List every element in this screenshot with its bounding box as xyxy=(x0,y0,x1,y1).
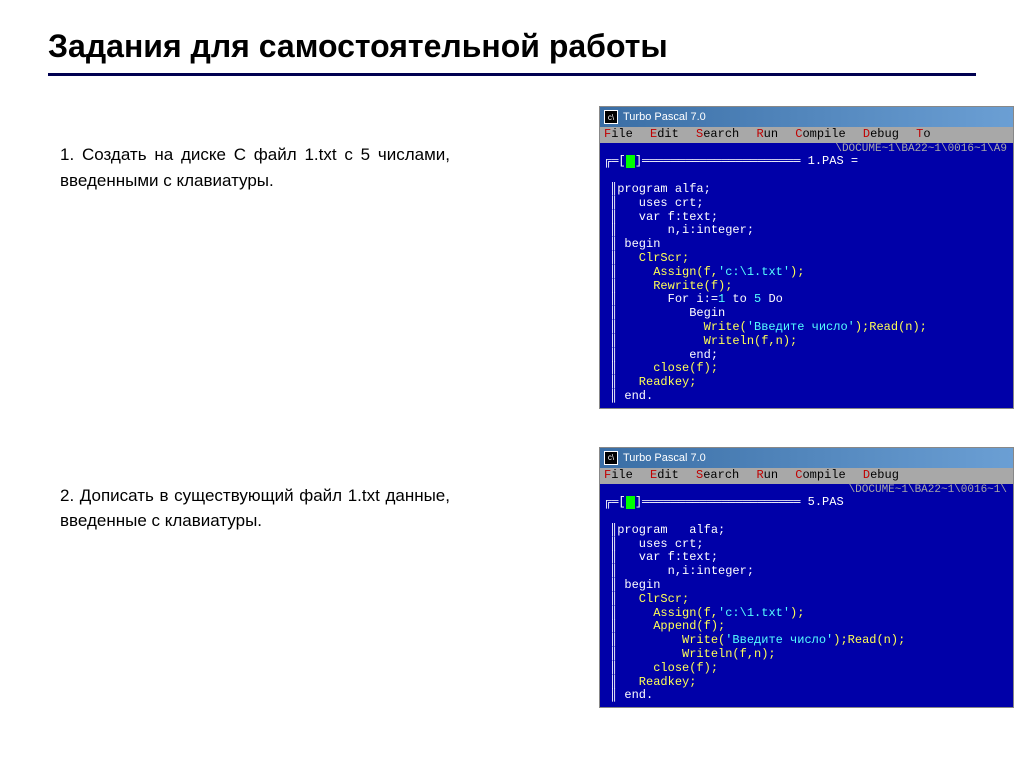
tp1-code: ║program alfa; ║ uses crt; ║ var f:text;… xyxy=(600,169,1013,406)
tp-app-icon: c\ xyxy=(604,451,618,465)
tp1-title-text: Turbo Pascal 7.0 xyxy=(623,111,706,123)
tp-app-icon: c\ xyxy=(604,110,618,124)
menu-run[interactable]: Run xyxy=(756,468,778,482)
menu-compile[interactable]: Compile xyxy=(795,127,845,141)
tp2-title-text: Turbo Pascal 7.0 xyxy=(623,452,706,464)
task2-text: 2. Дописать в существующий файл 1.txt да… xyxy=(0,447,450,534)
tp2-menubar[interactable]: File Edit Search Run Compile Debug xyxy=(600,468,1013,484)
task-row-2: 2. Дописать в существующий файл 1.txt да… xyxy=(0,447,1024,708)
menu-debug[interactable]: Debug xyxy=(863,468,899,482)
tp1-frame-top: ╔═[▓]══════════════════════ 1.PAS = xyxy=(600,155,1013,169)
tp2-titlebar: c\ Turbo Pascal 7.0 xyxy=(600,448,1013,468)
content-area: 1. Создать на диске С файл 1.txt с 5 чис… xyxy=(0,76,1024,746)
slide-title: Задания для самостоятельной работы xyxy=(0,0,1024,73)
menu-search[interactable]: Search xyxy=(696,127,739,141)
menu-edit[interactable]: Edit xyxy=(650,127,679,141)
menu-compile[interactable]: Compile xyxy=(795,468,845,482)
menu-file[interactable]: File xyxy=(604,468,633,482)
tp1-menubar[interactable]: File Edit Search Run Compile Debug To xyxy=(600,127,1013,143)
turbopascal-window-1: c\ Turbo Pascal 7.0 File Edit Search Run… xyxy=(599,106,1014,409)
menu-search[interactable]: Search xyxy=(696,468,739,482)
tp1-body: File Edit Search Run Compile Debug To \D… xyxy=(600,127,1013,408)
menu-file[interactable]: File xyxy=(604,127,633,141)
tp2-path: \DOCUME~1\BA22~1\0016~1\ xyxy=(600,484,1013,497)
turbopascal-window-2: c\ Turbo Pascal 7.0 File Edit Search Run… xyxy=(599,447,1014,708)
tp1-titlebar: c\ Turbo Pascal 7.0 xyxy=(600,107,1013,127)
menu-debug[interactable]: Debug xyxy=(863,127,899,141)
tp2-frame-top: ╔═[▓]══════════════════════ 5.PAS xyxy=(600,496,1013,510)
task-row-1: 1. Создать на диске С файл 1.txt с 5 чис… xyxy=(0,106,1024,409)
task1-text: 1. Создать на диске С файл 1.txt с 5 чис… xyxy=(0,106,450,193)
tp2-body: File Edit Search Run Compile Debug \DOCU… xyxy=(600,468,1013,707)
tp2-code: ║program alfa; ║ uses crt; ║ var f:text;… xyxy=(600,510,1013,705)
menu-run[interactable]: Run xyxy=(756,127,778,141)
menu-edit[interactable]: Edit xyxy=(650,468,679,482)
tp1-path: \DOCUME~1\BA22~1\0016~1\A9 xyxy=(600,143,1013,156)
menu-tools[interactable]: To xyxy=(916,127,930,141)
